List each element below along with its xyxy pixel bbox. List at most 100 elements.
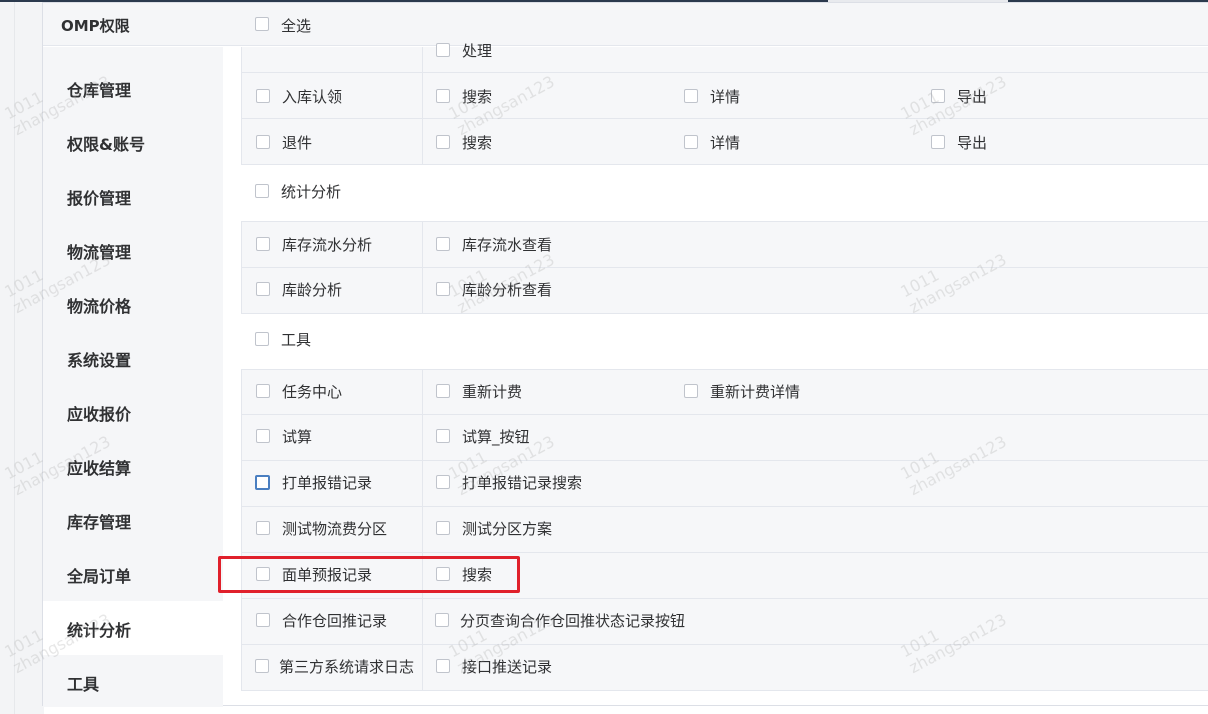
menu-item-logistics[interactable]: 物流管理 <box>43 223 223 277</box>
table-row: 库龄分析 库龄分析查看 <box>241 268 1208 314</box>
action-label[interactable]: 重新计费详情 <box>710 381 800 402</box>
permission-panel: OMP权限 全选 仓库管理 权限&账号 报价管理 物流管理 物流价格 系统设置 … <box>42 2 1208 707</box>
menu-item-system-settings[interactable]: 系统设置 <box>43 331 223 385</box>
table-row: 处理 <box>241 42 1208 73</box>
menu-item-statistics[interactable]: 统计分析 <box>43 601 223 655</box>
action-checkbox[interactable] <box>684 89 698 103</box>
row-label[interactable]: 打单报错记录 <box>282 472 372 493</box>
row-checkbox[interactable] <box>255 659 269 673</box>
menu-item-label: 报价管理 <box>67 189 132 208</box>
menu-item-label: 应收报价 <box>67 405 132 424</box>
table-row: 入库认领 搜索 详情 导出 <box>241 73 1208 119</box>
action-label[interactable]: 处理 <box>462 40 492 61</box>
row-label[interactable]: 库龄分析 <box>282 279 342 300</box>
row-label[interactable]: 合作仓回推记录 <box>282 610 387 631</box>
permission-category-menu: 仓库管理 权限&账号 报价管理 物流管理 物流价格 系统设置 应收报价 应收结算… <box>43 47 223 707</box>
menu-item-label: 库存管理 <box>67 513 132 532</box>
menu-item-label: 权限&账号 <box>67 135 145 154</box>
row-checkbox[interactable] <box>256 613 270 627</box>
group-header-tools: 工具 <box>241 314 1208 369</box>
row-label[interactable]: 任务中心 <box>282 381 342 402</box>
row-checkbox[interactable] <box>255 475 270 490</box>
action-label[interactable]: 详情 <box>710 86 740 107</box>
table-row: 测试物流费分区 测试分区方案 <box>241 507 1208 553</box>
action-checkbox[interactable] <box>436 43 450 57</box>
action-checkbox[interactable] <box>436 429 450 443</box>
action-checkbox[interactable] <box>436 135 450 149</box>
menu-item-label: 全局订单 <box>67 567 132 586</box>
row-label[interactable]: 入库认领 <box>282 86 342 107</box>
menu-item-label: 应收结算 <box>67 459 132 478</box>
table-row: 第三方系统请求日志 接口推送记录 <box>241 645 1208 691</box>
group-label[interactable]: 统计分析 <box>281 181 341 202</box>
menu-item-logistics-price[interactable]: 物流价格 <box>43 277 223 331</box>
row-checkbox[interactable] <box>256 282 270 296</box>
action-checkbox[interactable] <box>436 89 450 103</box>
action-label[interactable]: 搜索 <box>462 86 492 107</box>
action-label[interactable]: 测试分区方案 <box>462 518 552 539</box>
row-label[interactable]: 第三方系统请求日志 <box>279 656 414 677</box>
select-all-checkbox[interactable] <box>255 17 269 31</box>
action-label[interactable]: 打单报错记录搜索 <box>462 472 582 493</box>
action-label[interactable]: 分页查询合作仓回推状态记录按钮 <box>460 610 685 631</box>
outer-gutter <box>0 2 44 714</box>
action-checkbox[interactable] <box>684 135 698 149</box>
action-label[interactable]: 导出 <box>957 132 987 153</box>
table-row: 试算 试算_按钮 <box>241 415 1208 461</box>
action-checkbox[interactable] <box>436 475 450 489</box>
action-checkbox[interactable] <box>436 384 450 398</box>
row-checkbox[interactable] <box>256 89 270 103</box>
group-checkbox[interactable] <box>255 184 269 198</box>
action-label[interactable]: 详情 <box>710 132 740 153</box>
row-checkbox[interactable] <box>256 135 270 149</box>
action-label[interactable]: 接口推送记录 <box>462 656 552 677</box>
action-checkbox[interactable] <box>436 237 450 251</box>
menu-item-receivable-quote[interactable]: 应收报价 <box>43 385 223 439</box>
table-row: 任务中心 重新计费 重新计费详情 <box>241 369 1208 415</box>
row-checkbox[interactable] <box>256 521 270 535</box>
group-label[interactable]: 工具 <box>281 329 311 350</box>
table-row: 库存流水分析 库存流水查看 <box>241 221 1208 268</box>
menu-item-inventory[interactable]: 库存管理 <box>43 493 223 547</box>
action-label[interactable]: 库存流水查看 <box>462 234 552 255</box>
action-label[interactable]: 导出 <box>957 86 987 107</box>
menu-item-label: 系统设置 <box>67 351 132 370</box>
row-checkbox[interactable] <box>256 384 270 398</box>
row-checkbox[interactable] <box>256 237 270 251</box>
annotation-highlight-box <box>218 556 520 593</box>
table-row: 合作仓回推记录 分页查询合作仓回推状态记录按钮 <box>241 599 1208 645</box>
group-header-statistics: 统计分析 <box>241 165 1208 221</box>
row-label[interactable]: 试算 <box>282 426 312 447</box>
menu-item-receivable-settlement[interactable]: 应收结算 <box>43 439 223 493</box>
row-label[interactable]: 测试物流费分区 <box>282 518 387 539</box>
menu-item-label: 物流价格 <box>67 297 132 316</box>
action-checkbox[interactable] <box>931 89 945 103</box>
action-checkbox[interactable] <box>931 135 945 149</box>
action-checkbox[interactable] <box>436 521 450 535</box>
menu-item-quotation[interactable]: 报价管理 <box>43 169 223 223</box>
menu-item-permission-account[interactable]: 权限&账号 <box>43 115 223 169</box>
action-label[interactable]: 重新计费 <box>462 381 522 402</box>
outer-gutter-divider <box>14 2 15 714</box>
permission-content: 处理 入库认领 搜索 详情 导出 退件 搜索 详情 导出 统计分析 库存流水分析… <box>241 42 1208 707</box>
action-checkbox[interactable] <box>436 282 450 296</box>
action-label[interactable]: 搜索 <box>462 132 492 153</box>
action-label[interactable]: 库龄分析查看 <box>462 279 552 300</box>
select-all-label[interactable]: 全选 <box>281 15 311 36</box>
menu-item-warehouse[interactable]: 仓库管理 <box>43 61 223 115</box>
action-checkbox[interactable] <box>684 384 698 398</box>
menu-item-label: 物流管理 <box>67 243 132 262</box>
table-row: 打单报错记录 打单报错记录搜索 <box>241 461 1208 507</box>
group-checkbox[interactable] <box>255 332 269 346</box>
row-label[interactable]: 退件 <box>282 132 312 153</box>
action-checkbox[interactable] <box>436 659 450 673</box>
menu-item-tools[interactable]: 工具 <box>43 655 223 709</box>
row-checkbox[interactable] <box>256 429 270 443</box>
menu-item-global-orders[interactable]: 全局订单 <box>43 547 223 601</box>
action-label[interactable]: 试算_按钮 <box>462 426 530 447</box>
menu-item-label: 仓库管理 <box>67 81 132 100</box>
action-checkbox[interactable] <box>435 613 449 627</box>
row-name-cell <box>242 47 423 72</box>
row-label[interactable]: 库存流水分析 <box>282 234 372 255</box>
table-row: 退件 搜索 详情 导出 <box>241 119 1208 165</box>
